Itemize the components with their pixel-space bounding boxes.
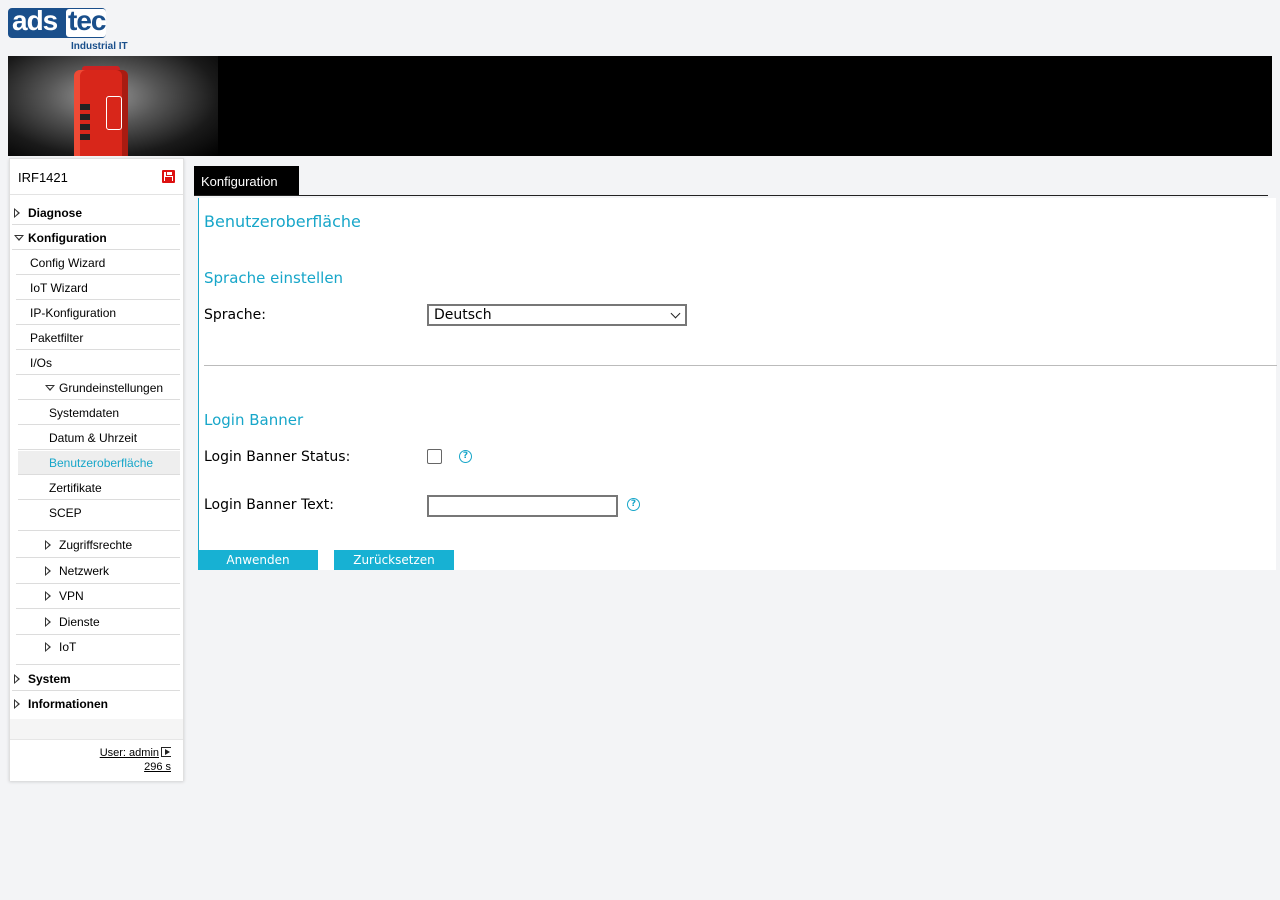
chevron-down-icon — [14, 235, 24, 241]
sidebar-item-label: Konfiguration — [28, 231, 107, 245]
section-title-language: Sprache einstellen — [204, 269, 344, 287]
sidebar-item-label: Informationen — [28, 697, 108, 711]
sidebar-item-zertifikate[interactable]: Zertifikate — [18, 476, 180, 500]
login-banner-text-input[interactable] — [427, 495, 618, 517]
sidebar-item-label: VPN — [59, 589, 84, 603]
login-banner-text-label: Login Banner Text: — [204, 497, 334, 513]
sidebar-item-system[interactable]: System — [12, 667, 180, 691]
chevron-right-icon — [45, 617, 51, 627]
sidebar: IRF1421 Diagnose Konfiguration Config Wi… — [9, 158, 184, 781]
sidebar-item-label: Config Wizard — [30, 256, 106, 270]
sidebar-item-netzwerk[interactable]: Netzwerk — [16, 559, 180, 584]
sidebar-item-label: IoT Wizard — [30, 281, 88, 295]
chevron-right-icon — [14, 699, 20, 709]
sidebar-item-label: Datum & Uhrzeit — [49, 431, 138, 445]
chevron-right-icon — [14, 208, 20, 218]
user-label: User: admin — [99, 747, 159, 759]
sidebar-header: IRF1421 — [10, 159, 183, 195]
sidebar-item-label: Netzwerk — [59, 564, 110, 578]
logo-box: ads tec — [8, 5, 106, 38]
sidebar-item-datum-uhrzeit[interactable]: Datum & Uhrzeit — [18, 426, 180, 450]
logo-brand-ads: ads — [12, 5, 58, 36]
reset-button[interactable]: Zurücksetzen — [334, 550, 454, 570]
sidebar-item-scep[interactable]: SCEP — [18, 501, 180, 531]
help-icon[interactable]: ? — [627, 498, 640, 511]
chevron-right-icon — [45, 540, 51, 550]
sidebar-item-label: Zertifikate — [49, 481, 102, 495]
section-divider — [204, 365, 1277, 366]
sidebar-spacer — [10, 719, 183, 739]
page-title: Benutzeroberfläche — [204, 212, 361, 231]
tab-divider — [194, 195, 1268, 196]
sidebar-item-zugriffsrechte[interactable]: Zugriffsrechte — [16, 533, 180, 558]
chevron-down-icon — [670, 308, 681, 319]
sidebar-item-label: Benutzeroberfläche — [49, 456, 154, 470]
sidebar-item-iot-wizard[interactable]: IoT Wizard — [16, 276, 180, 300]
sidebar-item-konfiguration[interactable]: Konfiguration — [12, 226, 180, 250]
sidebar-item-informationen[interactable]: Informationen — [12, 692, 180, 716]
ads-tec-logo: ads tec Industrial IT — [8, 5, 138, 54]
sidebar-item-ios[interactable]: I/Os — [16, 351, 180, 375]
main-content: Benutzeroberfläche Sprache einstellen Sp… — [198, 198, 1277, 570]
sidebar-footer: User: admin 296 s — [10, 739, 183, 781]
sidebar-item-label: IoT — [59, 640, 77, 654]
logo-tagline: Industrial IT — [71, 41, 128, 52]
sidebar-item-label: Zugriffsrechte — [59, 538, 133, 552]
sidebar-item-benutzeroberflaeche[interactable]: Benutzeroberfläche — [18, 451, 180, 475]
chevron-down-icon — [45, 385, 55, 391]
sidebar-item-ip-konfiguration[interactable]: IP-Konfiguration — [16, 301, 180, 325]
apply-button[interactable]: Anwenden — [198, 550, 318, 570]
session-timer: 296 s — [144, 761, 171, 773]
sidebar-item-paketfilter[interactable]: Paketfilter — [16, 326, 180, 350]
logout-icon — [161, 747, 171, 757]
sidebar-item-systemdaten[interactable]: Systemdaten — [18, 401, 180, 425]
sidebar-item-label: Dienste — [59, 615, 100, 629]
sidebar-item-label: IP-Konfiguration — [30, 306, 117, 320]
sidebar-item-label: System — [28, 672, 71, 686]
sidebar-item-grundeinstellungen[interactable]: Grundeinstellungen — [18, 376, 180, 400]
login-banner-status-label: Login Banner Status: — [204, 449, 351, 465]
sidebar-item-dienste[interactable]: Dienste — [16, 610, 180, 635]
device-ports-icon — [80, 104, 90, 144]
logo-tec-box: tec — [66, 5, 106, 37]
save-icon[interactable] — [162, 170, 175, 183]
sidebar-item-label: SCEP — [49, 506, 82, 520]
device-panel-icon — [106, 96, 122, 130]
language-select[interactable]: Deutsch — [427, 304, 687, 326]
sidebar-item-label: I/Os — [30, 356, 53, 370]
chevron-right-icon — [45, 566, 51, 576]
language-label: Sprache: — [204, 307, 267, 323]
logo-brand-tec: tec — [68, 5, 106, 36]
chevron-right-icon — [14, 674, 20, 684]
device-name: IRF1421 — [18, 170, 68, 185]
chevron-right-icon — [45, 642, 51, 652]
sidebar-item-label: Grundeinstellungen — [59, 381, 164, 395]
chevron-right-icon — [45, 591, 51, 601]
help-icon[interactable]: ? — [459, 450, 472, 463]
language-select-value: Deutsch — [434, 307, 492, 323]
sidebar-item-label: Diagnose — [28, 206, 83, 220]
sidebar-item-iot[interactable]: IoT — [16, 635, 180, 665]
sidebar-item-label: Systemdaten — [49, 406, 120, 420]
login-banner-status-checkbox[interactable] — [427, 449, 442, 464]
section-title-login-banner: Login Banner — [204, 411, 304, 429]
user-logout-link[interactable]: User: admin — [100, 747, 171, 759]
sidebar-item-label: Paketfilter — [30, 331, 84, 345]
sidebar-item-diagnose[interactable]: Diagnose — [12, 201, 180, 225]
tab-konfiguration[interactable]: Konfiguration — [194, 166, 299, 196]
header-banner — [8, 56, 1272, 156]
sidebar-item-config-wizard[interactable]: Config Wizard — [16, 251, 180, 275]
sidebar-item-vpn[interactable]: VPN — [16, 584, 180, 609]
